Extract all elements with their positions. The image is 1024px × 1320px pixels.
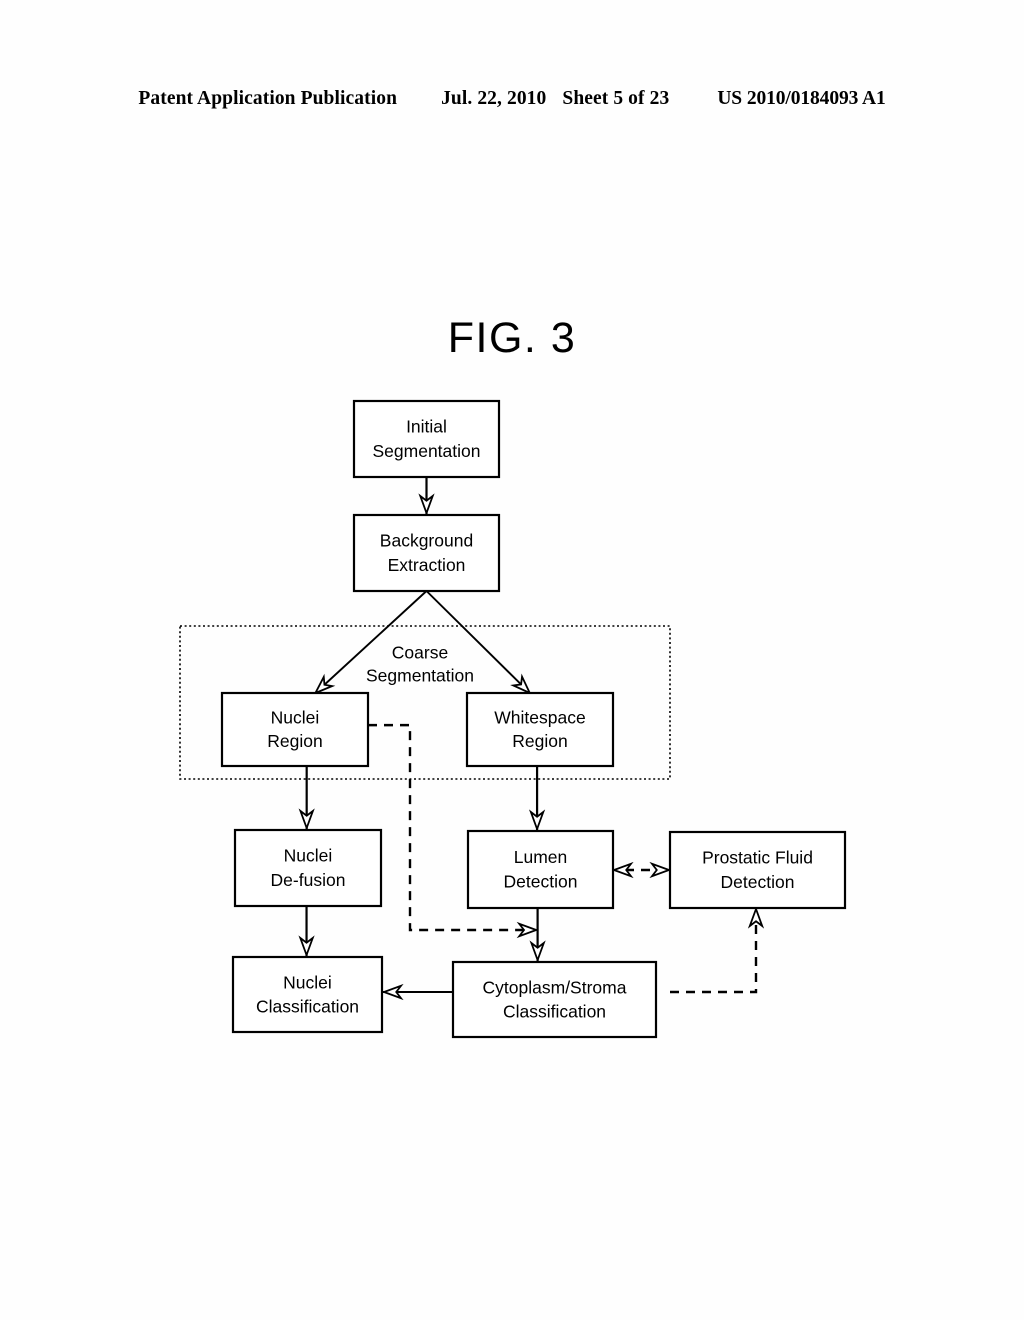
node-box[interactable] (231, 955, 384, 1034)
node-box[interactable] (465, 691, 615, 768)
node-label-line2: Classification (503, 1001, 606, 1021)
edge-whitespace_region-to-lumen_detection (528, 766, 546, 832)
edge-cytoplasm_stroma-to-prostatic_fluid (670, 906, 765, 994)
node-label-line1: Lumen (514, 847, 568, 867)
edge-lumen_detection-to-prostatic_fluid (611, 861, 672, 879)
node-box[interactable] (668, 830, 847, 910)
node-label-line1: Cytoplasm/Stroma (483, 977, 627, 997)
node-label-line1: Nuclei (271, 708, 320, 728)
node-initial_segmentation[interactable]: Initial Segmentation (352, 399, 501, 479)
node-label-line2: Region (267, 731, 322, 751)
node-label-line2: Segmentation (373, 441, 481, 461)
group-label-line2: Segmentation (366, 666, 474, 686)
flowchart-diagram: Coarse Segmentation Initial Segmentation Ba… (179, 399, 847, 1039)
edge-cytoplasm_stroma-to-nuclei_classification (381, 983, 453, 1001)
node-box[interactable] (233, 828, 383, 908)
node-label-line1: Prostatic Fluid (702, 848, 813, 868)
edge-nuclei_defusion-to-nuclei_classification (298, 906, 315, 958)
node-label-line2: De-fusion (271, 870, 346, 890)
node-nuclei_region[interactable]: Nuclei Region (220, 691, 370, 768)
group-label-line1: Coarse (392, 643, 448, 663)
node-label-line2: Classification (256, 996, 359, 1016)
node-lumen_detection[interactable]: Lumen Detection (466, 829, 615, 910)
edge-arrowhead (747, 906, 765, 929)
node-box[interactable] (352, 513, 501, 593)
edge-arrowhead (649, 861, 672, 879)
node-label-line2: Detection (721, 872, 795, 892)
node-cytoplasm_stroma[interactable]: Cytoplasm/Stroma Classification (451, 960, 658, 1039)
node-label-line1: Initial (406, 417, 447, 437)
node-box[interactable] (451, 960, 658, 1039)
node-label-line1: Nuclei (283, 972, 332, 992)
node-label-line1: Nuclei (284, 846, 333, 866)
edge-line (670, 922, 758, 994)
process-nodes: Initial Segmentation Background Extraction N… (220, 399, 847, 1039)
node-nuclei_classification[interactable]: Nuclei Classification (231, 955, 384, 1034)
node-label-line2: Extraction (388, 555, 466, 575)
node-background_extraction[interactable]: Background Extraction (352, 513, 501, 593)
node-label-line1: Whitespace (494, 708, 585, 728)
node-label-line2: Region (512, 731, 567, 751)
node-whitespace_region[interactable]: Whitespace Region (465, 691, 615, 768)
node-box[interactable] (220, 691, 370, 768)
edge-lumen_detection-to-cytoplasm_stroma (529, 908, 546, 963)
node-box[interactable] (466, 829, 615, 910)
node-nuclei_defusion[interactable]: Nuclei De-fusion (233, 828, 383, 908)
node-label-line2: Detection (504, 872, 578, 892)
edge-nuclei_region-to-nuclei_defusion (298, 766, 315, 831)
node-label-line1: Background (380, 531, 473, 551)
edge-initial_segmentation-to-background_extraction (418, 477, 435, 516)
node-prostatic_fluid[interactable]: Prostatic Fluid Detection (668, 830, 847, 910)
patent-figure-page: Patent Application Publication Jul. 22, … (0, 0, 1024, 1320)
node-box[interactable] (352, 399, 501, 479)
